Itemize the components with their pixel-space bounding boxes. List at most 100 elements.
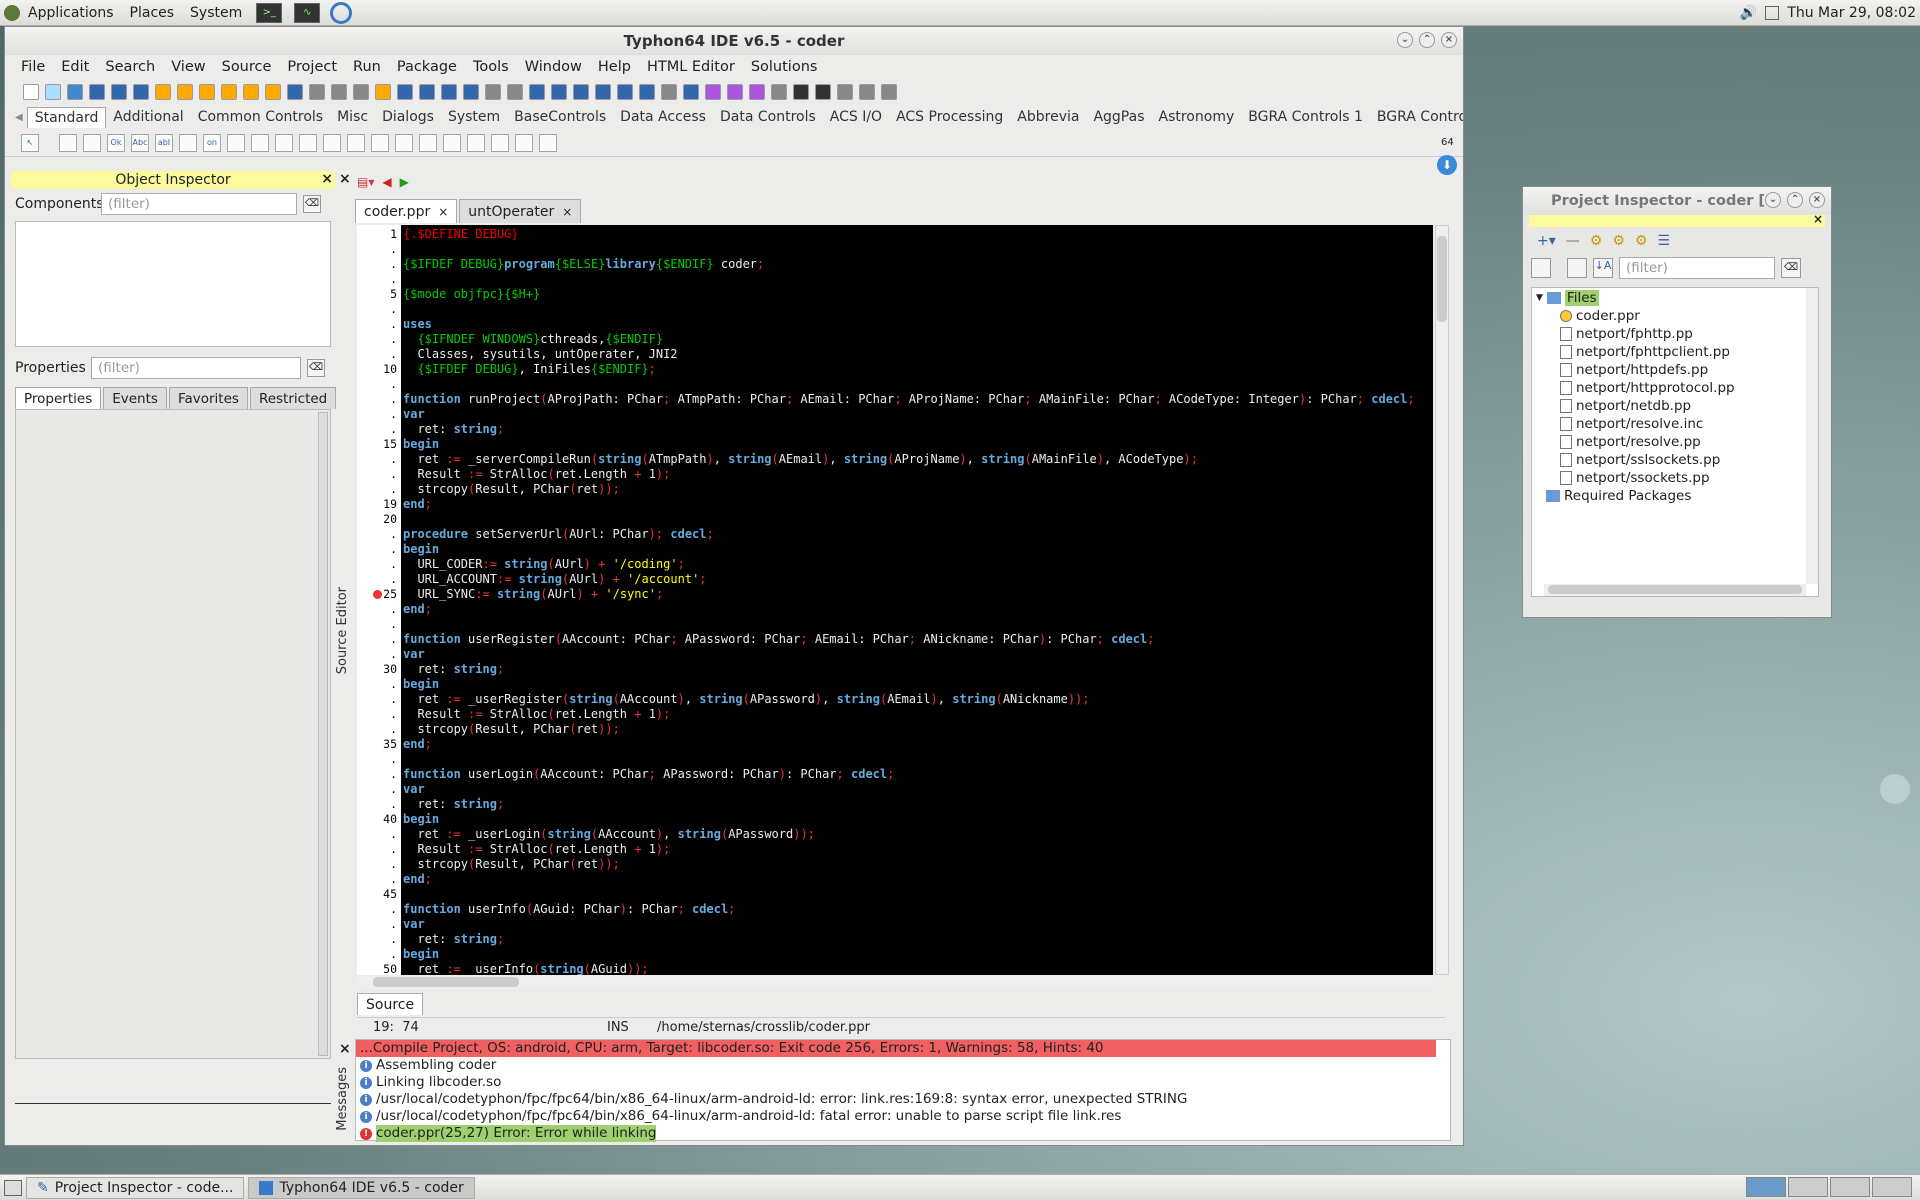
applications-menu[interactable]: Applications bbox=[20, 5, 122, 21]
menu-window[interactable]: Window bbox=[517, 59, 590, 75]
menu-run[interactable]: Run bbox=[345, 59, 389, 75]
palette-tab-common-controls[interactable]: Common Controls bbox=[191, 107, 330, 127]
palette-component-icon[interactable]: Ok bbox=[107, 133, 125, 152]
palette-tab-acs-processing[interactable]: ACS Processing bbox=[889, 107, 1010, 127]
places-menu[interactable]: Places bbox=[122, 5, 183, 21]
messages-close-icon[interactable]: × bbox=[339, 1041, 351, 1057]
menu-file[interactable]: File bbox=[13, 59, 53, 75]
jump-forward-icon[interactable]: ▶ bbox=[400, 175, 409, 189]
code-line[interactable]: ret: string; bbox=[403, 422, 504, 437]
toolbar-icon-8[interactable] bbox=[199, 84, 215, 100]
properties-filter-clear-icon[interactable]: ⌫ bbox=[307, 359, 325, 377]
palette-tab-abbrevia[interactable]: Abbrevia bbox=[1010, 107, 1086, 127]
code-line[interactable]: Result := StrAlloc(ret.Length + 1); bbox=[403, 842, 670, 857]
show-desktop-icon[interactable] bbox=[4, 1179, 22, 1196]
toolbar-icon-39[interactable] bbox=[881, 84, 897, 100]
code-line[interactable]: {$IFNDEF WINDOWS}cthreads,{$ENDIF} bbox=[403, 332, 663, 347]
palette-tab-bgra-controls-1[interactable]: BGRA Controls 1 bbox=[1241, 107, 1370, 127]
editor-vscrollbar[interactable] bbox=[1435, 225, 1449, 975]
toolbar-icon-36[interactable] bbox=[815, 84, 831, 100]
menu-solutions[interactable]: Solutions bbox=[743, 59, 826, 75]
palette-tab-additional[interactable]: Additional bbox=[106, 107, 190, 127]
code-line[interactable]: var bbox=[403, 782, 425, 797]
system-menu[interactable]: System bbox=[182, 5, 250, 21]
menu-search[interactable]: Search bbox=[97, 59, 163, 75]
code-line[interactable]: end; bbox=[403, 872, 432, 887]
toolbar-icon-21[interactable] bbox=[485, 84, 501, 100]
oi-tab-restricted[interactable]: Restricted bbox=[249, 387, 337, 409]
menu-tools[interactable]: Tools bbox=[465, 59, 517, 75]
code-line[interactable]: function userRegister(AAccount: PChar; A… bbox=[403, 632, 1154, 647]
tree-file-item[interactable]: netport/ssockets.pp bbox=[1560, 470, 1710, 486]
selection-tool-icon[interactable]: ↖ bbox=[21, 133, 39, 152]
code-line[interactable]: function runProject(AProjPath: PChar; AT… bbox=[403, 392, 1415, 407]
pi-header-close-icon[interactable]: × bbox=[1813, 212, 1823, 226]
palette-tab-dialogs[interactable]: Dialogs bbox=[375, 107, 441, 127]
toolbar-icon-16[interactable] bbox=[375, 84, 391, 100]
palette-component-icon[interactable] bbox=[491, 133, 509, 152]
palette-tab-bgra-controls-2[interactable]: BGRA Controls 2 bbox=[1370, 107, 1463, 127]
code-line[interactable]: end; bbox=[403, 497, 432, 512]
code-line[interactable]: begin bbox=[403, 947, 439, 962]
code-line[interactable]: ret: string; bbox=[403, 932, 504, 947]
ide-titlebar[interactable]: Typhon64 IDE v6.5 - coder ⌄ ⌃ × bbox=[5, 27, 1463, 55]
add-icon[interactable]: +▾ bbox=[1537, 233, 1556, 249]
typhon-launcher-icon[interactable] bbox=[330, 1, 353, 24]
palette-component-icon[interactable] bbox=[251, 133, 269, 152]
components-filter-clear-icon[interactable]: ⌫ bbox=[303, 195, 321, 213]
oi-tab-favorites[interactable]: Favorites bbox=[168, 387, 248, 409]
palette-component-icon[interactable]: abI bbox=[155, 133, 173, 152]
palette-component-icon[interactable] bbox=[515, 133, 533, 152]
code-line[interactable]: Classes, sysutils, untOperater, JNI2 bbox=[403, 347, 677, 362]
pi-close-button[interactable]: × bbox=[1809, 192, 1825, 208]
oi-tab-properties[interactable]: Properties bbox=[15, 387, 102, 409]
toolbar-icon-34[interactable] bbox=[771, 84, 787, 100]
menu-view[interactable]: View bbox=[163, 59, 213, 75]
object-inspector-close-icon[interactable]: × bbox=[321, 171, 333, 187]
code-line[interactable]: Result := StrAlloc(ret.Length + 1); bbox=[403, 707, 670, 722]
code-line[interactable]: procedure setServerUrl(AUrl: PChar); cde… bbox=[403, 527, 714, 542]
code-line[interactable]: end; bbox=[403, 737, 432, 752]
source-bottom-tab[interactable]: Source bbox=[357, 993, 424, 1015]
minimize-button[interactable]: ⌄ bbox=[1397, 32, 1413, 48]
build-result-bar[interactable]: ...Compile Project, OS: android, CPU: ar… bbox=[356, 1040, 1436, 1057]
toolbar-icon-9[interactable] bbox=[221, 84, 237, 100]
code-line[interactable]: var bbox=[403, 917, 425, 932]
tree-file-item[interactable]: netport/resolve.pp bbox=[1560, 434, 1701, 450]
palette-component-icon[interactable]: Abc bbox=[131, 133, 149, 152]
toolbar-icon-1[interactable] bbox=[45, 84, 61, 100]
message-error-line[interactable]: ! coder.ppr(25,27) Error: Error while li… bbox=[356, 1125, 1450, 1142]
toolbar-icon-35[interactable] bbox=[793, 84, 809, 100]
code-line[interactable]: uses bbox=[403, 317, 432, 332]
palette-component-icon[interactable] bbox=[299, 133, 317, 152]
toolbar-icon-0[interactable] bbox=[23, 84, 39, 100]
palette-tab-standard[interactable]: Standard bbox=[26, 106, 107, 128]
project-inspector-titlebar[interactable]: Project Inspector - coder [ ⌄ ⌃ × bbox=[1523, 187, 1831, 215]
code-line[interactable]: ret := _serverCompileRun(string(ATmpPath… bbox=[403, 452, 1198, 467]
code-line[interactable]: ret := _userInfo(string(AGuid)); bbox=[403, 962, 648, 975]
toolbar-icon-29[interactable] bbox=[661, 84, 677, 100]
code-line[interactable]: ret: string; bbox=[403, 797, 504, 812]
toolbar-icon-27[interactable] bbox=[617, 84, 633, 100]
editor-tab-untoperater[interactable]: untOperater × bbox=[459, 199, 582, 223]
code-line[interactable]: ret := _userLogin(string(AAccount), stri… bbox=[403, 827, 815, 842]
pi-filter-clear-icon[interactable]: ⌫ bbox=[1781, 258, 1801, 278]
properties-filter-input[interactable]: (filter) bbox=[91, 357, 301, 379]
palette-component-icon[interactable] bbox=[539, 133, 557, 152]
palette-component-icon[interactable] bbox=[179, 133, 197, 152]
code-line[interactable]: begin bbox=[403, 437, 439, 452]
message-line[interactable]: i Assembling coder bbox=[356, 1057, 1450, 1074]
clock[interactable]: Thu Mar 29, 08:02 bbox=[1787, 5, 1916, 21]
toolbar-icon-20[interactable] bbox=[463, 84, 479, 100]
breakpoint-icon[interactable] bbox=[373, 590, 382, 599]
toolbar-icon-7[interactable] bbox=[177, 84, 193, 100]
toolbar-icon-25[interactable] bbox=[573, 84, 589, 100]
remove-icon[interactable]: — bbox=[1566, 233, 1580, 249]
network-icon[interactable] bbox=[1765, 6, 1780, 20]
toolbar-icon-5[interactable] bbox=[133, 84, 149, 100]
property-grid[interactable] bbox=[15, 409, 331, 1059]
palette-scroll-left-icon[interactable]: ◀ bbox=[15, 112, 23, 123]
toolbar-icon-26[interactable] bbox=[595, 84, 611, 100]
components-filter-input[interactable]: (filter) bbox=[101, 193, 297, 215]
palette-tab-misc[interactable]: Misc bbox=[330, 107, 375, 127]
